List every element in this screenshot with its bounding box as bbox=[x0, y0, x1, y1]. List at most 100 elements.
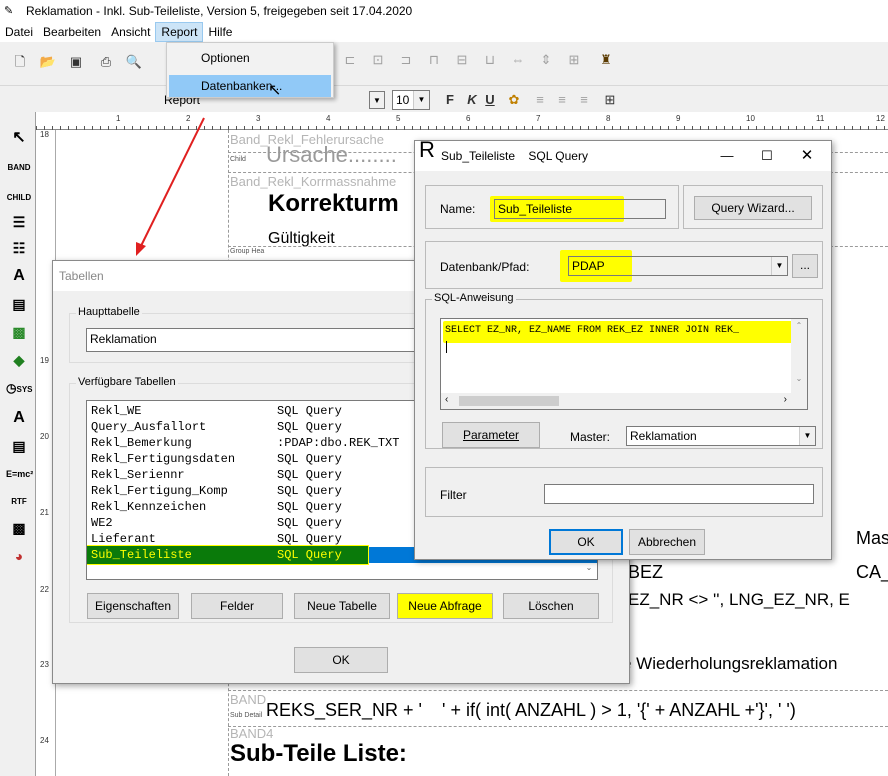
open-icon[interactable]: 📂 bbox=[38, 52, 58, 72]
image-icon[interactable]: ▩ bbox=[6, 320, 32, 344]
list-item[interactable]: Rekl_Bemerkung:PDAP:dbo.REK_TXT bbox=[91, 435, 399, 451]
menu-item-datenbanken[interactable]: Datenbanken... bbox=[169, 75, 331, 97]
label-icon[interactable]: A bbox=[6, 264, 32, 288]
window-title: Reklamation - Inkl. Sub-Teileliste, Vers… bbox=[26, 4, 413, 18]
align-left-icon[interactable]: ⊏ bbox=[340, 50, 360, 70]
chevron-down-icon[interactable]: ⌄ bbox=[583, 563, 595, 577]
child-icon[interactable]: CHILD bbox=[6, 186, 32, 210]
list-item[interactable]: Rekl_Kennzeichen SQL Query bbox=[91, 499, 342, 515]
app-icon: ✎ bbox=[4, 5, 14, 17]
size-icon[interactable]: ⊞ bbox=[564, 50, 584, 70]
new-icon[interactable]: 🗋 bbox=[10, 52, 30, 72]
stamp-icon[interactable]: ♜ bbox=[596, 50, 616, 70]
menu-report[interactable]: Report bbox=[155, 22, 204, 42]
neue-abfrage-button[interactable]: Neue Abfrage bbox=[397, 593, 493, 619]
menu-datei[interactable]: Datei bbox=[0, 22, 38, 42]
chevron-right-icon[interactable]: › bbox=[784, 394, 787, 405]
align-top-icon[interactable]: ⊓ bbox=[424, 50, 444, 70]
loeschen-button[interactable]: Löschen bbox=[503, 593, 599, 619]
chart-icon[interactable]: ◕ bbox=[6, 544, 32, 568]
menu-ansicht[interactable]: Ansicht bbox=[106, 22, 155, 42]
chevron-down-icon[interactable]: ▼ bbox=[799, 427, 815, 445]
felder-button[interactable]: Felder bbox=[191, 593, 283, 619]
subreport-icon[interactable]: ☷ bbox=[6, 236, 32, 260]
chevron-left-icon[interactable]: ‹ bbox=[445, 394, 448, 405]
maximize-icon[interactable]: ☐ bbox=[747, 141, 787, 171]
close-icon[interactable]: ✕ bbox=[787, 141, 827, 171]
expression-icon[interactable]: E=mc² bbox=[6, 462, 33, 486]
preview-icon[interactable]: 🔍 bbox=[124, 52, 144, 72]
text-left-icon[interactable]: ≡ bbox=[530, 90, 550, 110]
frame-icon[interactable]: ⊞ bbox=[600, 90, 620, 110]
chevron-down-icon[interactable]: ▼ bbox=[771, 257, 787, 275]
sql-textarea[interactable]: SELECT EZ_NR, EZ_NAME FROM REK_EZ INNER … bbox=[440, 318, 808, 410]
browse-button[interactable]: ... bbox=[792, 254, 818, 278]
ursache-text[interactable]: Ursache........ bbox=[266, 142, 397, 168]
chevron-down-icon[interactable]: ▼ bbox=[369, 91, 385, 109]
mas-text[interactable]: Mas bbox=[856, 528, 888, 549]
pointer-icon[interactable]: ↖ bbox=[6, 126, 32, 150]
bold-button[interactable]: F bbox=[440, 90, 460, 110]
horizontal-scrollbar[interactable]: ‹ › bbox=[441, 393, 807, 409]
dbmemo-icon[interactable]: ▤ bbox=[6, 434, 32, 458]
menu-item-optionen[interactable]: Optionen bbox=[169, 47, 331, 69]
align-right-icon[interactable]: ⊐ bbox=[396, 50, 416, 70]
filter-input[interactable] bbox=[544, 484, 814, 504]
align-center-icon[interactable]: ⊡ bbox=[368, 50, 388, 70]
group-icon[interactable]: ☰ bbox=[6, 210, 32, 234]
text-center-icon[interactable]: ≡ bbox=[552, 90, 572, 110]
ok-button[interactable]: OK bbox=[549, 529, 623, 555]
italic-button[interactable]: K bbox=[462, 90, 482, 110]
master-combo[interactable]: Reklamation ▼ bbox=[626, 426, 816, 446]
rtf-icon[interactable]: RTF bbox=[6, 490, 32, 514]
abbrechen-button[interactable]: Abbrechen bbox=[629, 529, 705, 555]
parameter-button[interactable]: Parameter bbox=[442, 422, 540, 448]
memo-icon[interactable]: ▤ bbox=[6, 292, 32, 316]
save-icon[interactable]: ▣ bbox=[66, 52, 86, 72]
sub-teile-title[interactable]: Sub-Teile Liste: bbox=[230, 740, 407, 768]
color-palette-icon[interactable]: ✿ bbox=[504, 90, 524, 110]
font-size-combo[interactable]: 10 ▼ bbox=[392, 90, 430, 110]
list-item-selected[interactable]: Sub_Teileliste SQL Query bbox=[91, 547, 342, 563]
eigenschaften-button[interactable]: Eigenschaften bbox=[87, 593, 179, 619]
query-wizard-button[interactable]: Query Wizard... bbox=[694, 196, 812, 220]
name-label: Name: bbox=[440, 202, 476, 216]
list-item[interactable]: WE2 SQL Query bbox=[91, 515, 342, 531]
same-height-icon[interactable]: ⇕ bbox=[536, 50, 556, 70]
menu-bearbeiten[interactable]: Bearbeiten bbox=[38, 22, 106, 42]
same-width-icon[interactable]: ⇔ bbox=[508, 50, 528, 70]
dbimage-icon[interactable]: ▩ bbox=[6, 516, 32, 540]
ok-button[interactable]: OK bbox=[294, 647, 388, 673]
list-item[interactable]: Rekl_Fertigung_Komp SQL Query bbox=[91, 483, 342, 499]
korrektur-text[interactable]: Korrekturm bbox=[268, 190, 399, 218]
chevron-up-icon[interactable]: ⌃ bbox=[791, 321, 807, 330]
neue-tabelle-button[interactable]: Neue Tabelle bbox=[294, 593, 390, 619]
chevron-down-icon[interactable]: ▼ bbox=[413, 91, 429, 109]
list-item[interactable]: Rekl_WE SQL Query bbox=[91, 403, 342, 419]
scroll-thumb[interactable] bbox=[459, 396, 559, 406]
reks-expression[interactable]: REKS_SER_NR + ' ' + if( int( ANZAHL ) > … bbox=[266, 700, 796, 721]
report-menu: Optionen Datenbanken... bbox=[166, 42, 334, 98]
menu-hilfe[interactable]: Hilfe bbox=[203, 22, 237, 42]
shape-icon[interactable]: ◆ bbox=[6, 348, 32, 372]
list-item[interactable]: Rekl_Fertigungsdaten SQL Query bbox=[91, 451, 342, 467]
name-input[interactable]: Sub_Teileliste bbox=[494, 199, 666, 219]
align-middle-icon[interactable]: ⊟ bbox=[452, 50, 472, 70]
text-right-icon[interactable]: ≡ bbox=[574, 90, 594, 110]
ca-text[interactable]: CA_ bbox=[856, 562, 888, 583]
datenbank-combo[interactable]: PDAP ▼ bbox=[568, 256, 788, 276]
underline-button[interactable]: U bbox=[480, 90, 500, 110]
wiederholung-text[interactable]: e Wiederholungsreklamation bbox=[622, 654, 837, 674]
ez-nr-text[interactable]: EZ_NR <> '', LNG_EZ_NR, E bbox=[628, 590, 850, 610]
bez-text[interactable]: BEZ bbox=[628, 562, 663, 583]
vertical-scrollbar[interactable]: ⌃ ⌄ bbox=[791, 319, 807, 393]
dbtext-icon[interactable]: A bbox=[6, 406, 32, 430]
print-icon[interactable]: ⎙ bbox=[96, 52, 116, 72]
sysdata-icon[interactable]: ◷SYS bbox=[6, 376, 33, 400]
band-icon[interactable]: BAND bbox=[6, 156, 32, 180]
list-item[interactable]: Rekl_Seriennr SQL Query bbox=[91, 467, 342, 483]
align-bottom-icon[interactable]: ⊔ bbox=[480, 50, 500, 70]
minimize-icon[interactable]: — bbox=[707, 141, 747, 171]
chevron-down-icon[interactable]: ⌄ bbox=[791, 374, 807, 383]
list-item[interactable]: Query_Ausfallort SQL Query bbox=[91, 419, 342, 435]
